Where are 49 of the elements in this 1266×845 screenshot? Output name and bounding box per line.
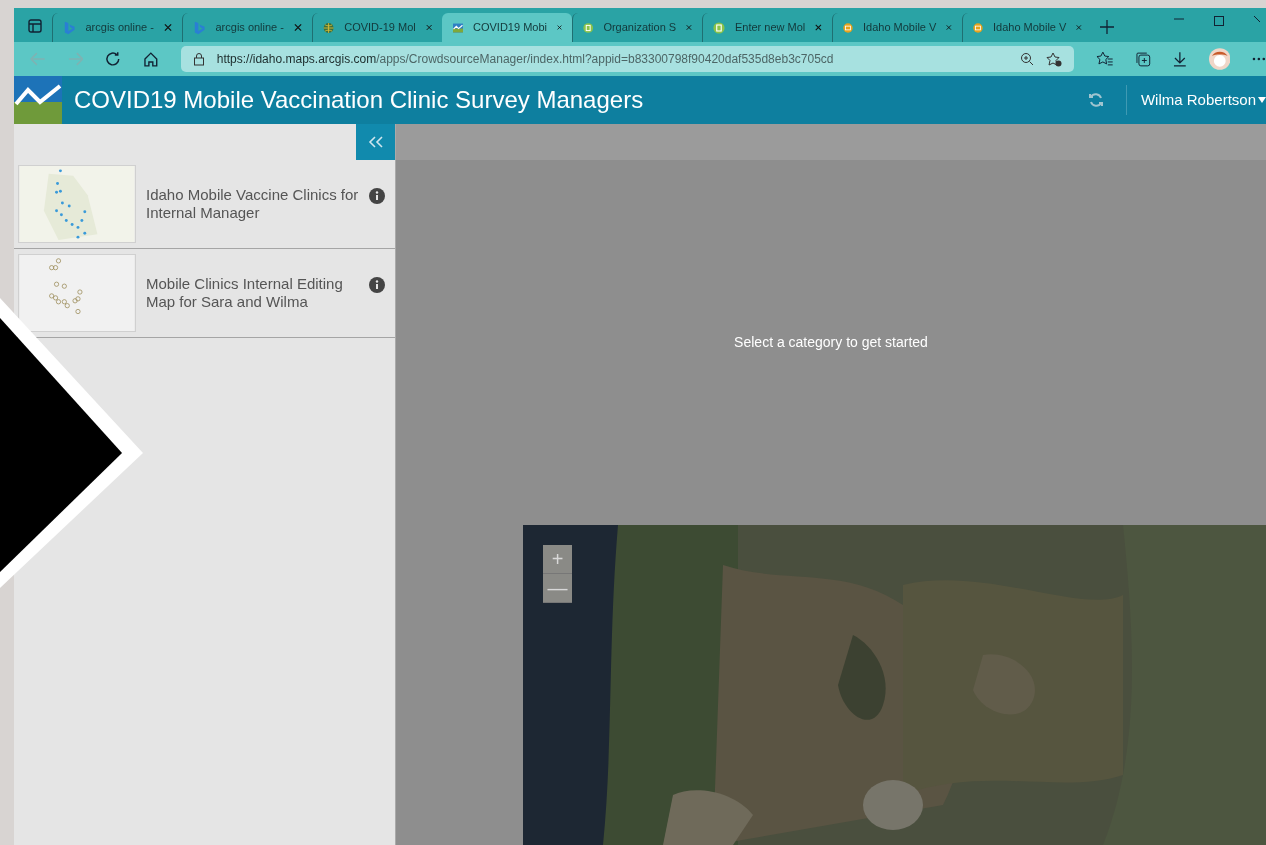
zoom-button[interactable]: + — [543, 545, 572, 574]
close-icon[interactable] — [946, 23, 952, 32]
lock-icon — [192, 52, 205, 66]
bing-icon — [193, 19, 206, 36]
info-icon[interactable] — [369, 277, 385, 293]
refresh-icon[interactable] — [105, 51, 122, 67]
close-icon[interactable] — [815, 23, 822, 32]
more-icon[interactable] — [1252, 57, 1266, 61]
double-chevron-icon — [367, 136, 384, 148]
tab-title: Enter new Mol — [734, 20, 806, 36]
tab-title: COVID19 Mobi — [473, 20, 547, 36]
close-icon[interactable] — [557, 23, 562, 32]
url-text: https://idaho.maps.arcgis.com/apps/CrowdsourceManager/index.html?appid=b83300798f90420daf535d8eb3c705cd — [216, 51, 835, 68]
maximize-icon[interactable] — [1214, 16, 1224, 26]
app-logo — [14, 76, 62, 124]
tab-title: Organization S — [603, 20, 677, 36]
map-list-item[interactable]: Idaho Mobile Vaccine Clinics for Internal Manager — [14, 160, 395, 249]
close-icon[interactable] — [686, 23, 692, 32]
browser-tab[interactable]: COVID19 Mobi — [442, 13, 572, 42]
star-add-icon[interactable] — [1045, 51, 1062, 67]
tab-title: COVID-19 Mol — [344, 20, 416, 36]
app-title: COVID19 Mobile Vaccination Clinic Survey Managers — [74, 85, 644, 115]
close-icon[interactable] — [163, 23, 172, 32]
close-icon[interactable] — [425, 23, 432, 32]
tab-title: arcgis online - — [85, 20, 154, 36]
map-title: Idaho Mobile Vaccine Clinics for Internal Manager — [146, 186, 359, 222]
survey-icon — [713, 19, 725, 36]
tab-title: Idaho Mobile V — [863, 20, 937, 36]
close-icon[interactable] — [293, 23, 302, 32]
bing-icon — [63, 19, 76, 36]
download-icon[interactable] — [1172, 51, 1187, 67]
empty-message: Select a category to get started — [734, 333, 928, 352]
home-icon[interactable] — [143, 51, 159, 67]
address-field[interactable]: https://idaho.maps.arcgis.com/apps/CrowdsourceManager/index.html?appid=b83300798f90420daf535d8eb3c705cd — [180, 46, 1074, 72]
close-icon[interactable] — [1076, 23, 1082, 32]
avatar-icon[interactable] — [1208, 48, 1231, 70]
map-list-item[interactable]: Mobile Clinics Internal Editing Map for Sara and Wilma — [14, 249, 395, 338]
new-tab-icon[interactable] — [1100, 20, 1114, 34]
caret-icon — [1258, 96, 1266, 104]
zoom-button[interactable]: — — [543, 574, 572, 603]
zoom-icon[interactable] — [1019, 52, 1034, 66]
info-icon[interactable] — [369, 188, 385, 204]
tab-title: Idaho Mobile V — [993, 20, 1067, 36]
collections-icon[interactable] — [1135, 51, 1151, 67]
user-menu[interactable]: Wilma Robertson — [1140, 88, 1266, 112]
tab-title: arcgis online - — [215, 20, 284, 36]
tab-actions-icon[interactable] — [28, 19, 42, 33]
map-title: Mobile Clinics Internal Editing Map for Sara and Wilma — [146, 275, 344, 311]
favorites-icon[interactable] — [1095, 51, 1114, 67]
